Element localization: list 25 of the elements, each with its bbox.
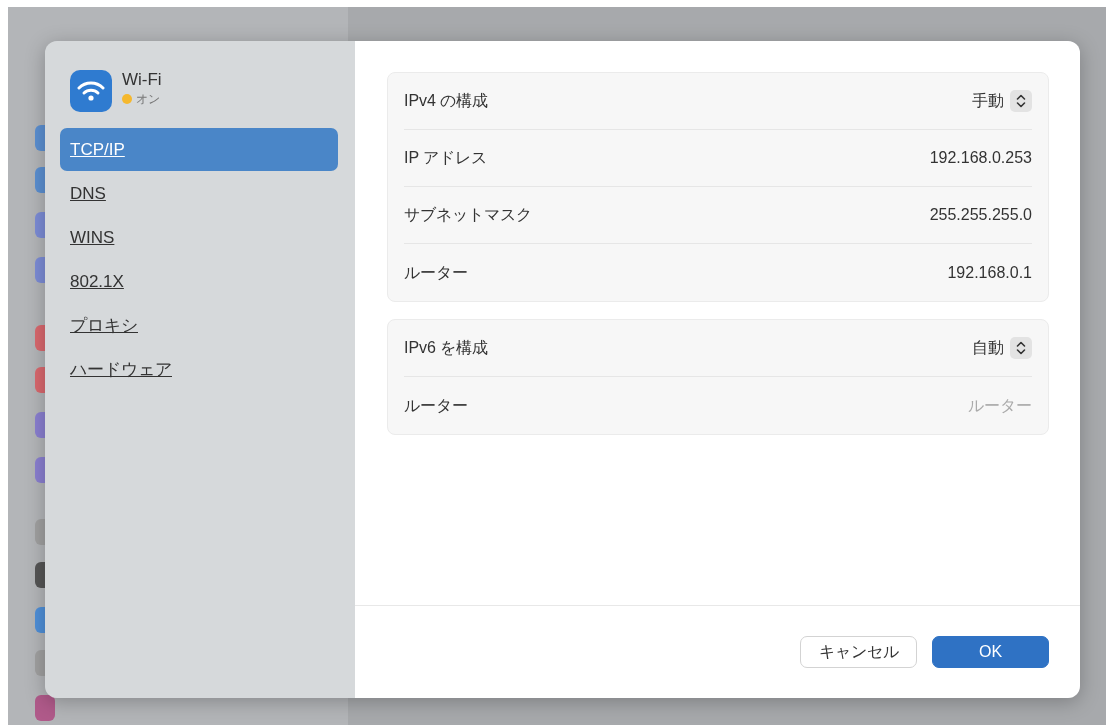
status-text: オン	[136, 91, 160, 108]
stepper-icon[interactable]	[1010, 337, 1032, 359]
stepper-icon[interactable]	[1010, 90, 1032, 112]
popup-value[interactable]: 自動	[972, 336, 1004, 360]
sidebar-item[interactable]: 802.1X	[60, 260, 338, 303]
row-label: IPv6 を構成	[404, 338, 489, 358]
network-name: Wi-Fi	[122, 70, 162, 90]
sidebar-item[interactable]: DNS	[60, 172, 338, 215]
row-label: サブネットマスク	[404, 205, 532, 225]
row-value: 192.168.0.1	[947, 262, 1032, 283]
row-label: IP アドレス	[404, 148, 488, 168]
row-label: ルーター	[404, 395, 468, 416]
sidebar-item[interactable]: プロキシ	[60, 304, 338, 347]
row-value: 192.168.0.253	[929, 148, 1032, 168]
sidebar-item[interactable]: WINS	[60, 216, 338, 259]
row-value: 255.255.255.0	[929, 205, 1032, 225]
input-field[interactable]: ルーター	[832, 393, 1032, 418]
ok-button[interactable]: OK	[932, 636, 1049, 668]
cancel-button[interactable]: キャンセル	[800, 636, 917, 668]
wifi-icon	[70, 70, 112, 112]
row-label: ルーター	[404, 262, 468, 283]
sidebar-item[interactable]: TCP/IP	[60, 128, 338, 171]
row-label: IPv4 の構成	[404, 91, 489, 111]
sidebar-item[interactable]: ハードウェア	[60, 348, 338, 391]
popup-value[interactable]: 手動	[972, 89, 1004, 113]
